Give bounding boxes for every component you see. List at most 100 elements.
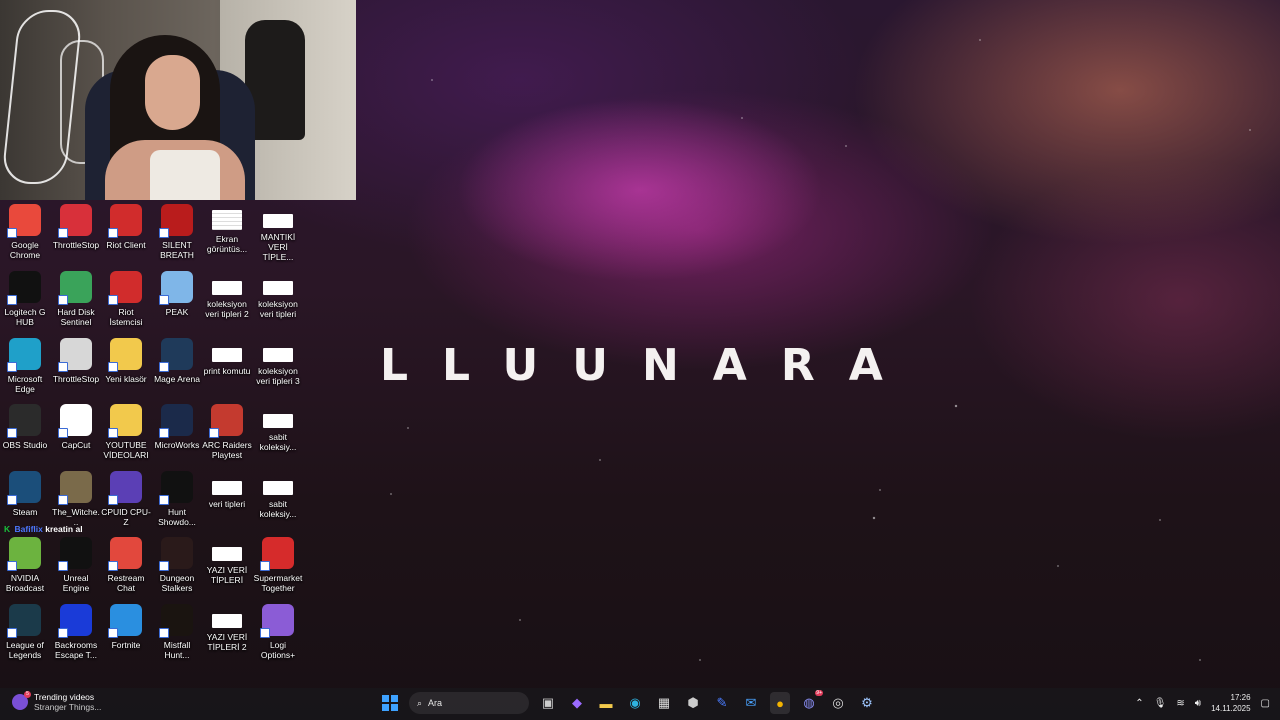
desktop-icon[interactable]: CapCut	[51, 404, 101, 450]
desktop-icon[interactable]: Steam	[0, 471, 50, 517]
file-explorer-button[interactable]: ▬	[596, 692, 616, 714]
desktop-icon[interactable]: MANTIKİ VERİ TİPLE...	[253, 204, 303, 262]
desktop-icon[interactable]: veri tipleri	[202, 471, 252, 509]
wifi-icon[interactable]: ≋	[1176, 698, 1184, 709]
desktop-icon[interactable]: PEAK	[152, 271, 202, 317]
desktop-icon[interactable]: Backrooms Escape T...	[51, 604, 101, 660]
desktop-icon-label: YAZI VERİ TİPLERİ 2	[206, 632, 248, 652]
start-button[interactable]	[380, 692, 400, 714]
desktop-icon[interactable]: League of Legends	[0, 604, 50, 660]
desktop-icon[interactable]: ThrottleStop	[51, 204, 101, 250]
taskbar: 5 Trending videos Stranger Things... ⌕ A…	[0, 688, 1280, 720]
mail-button[interactable]: ✉	[741, 692, 761, 714]
desktop-icon[interactable]: koleksiyon veri tipleri	[253, 271, 303, 319]
dungeon-stalkers-icon	[159, 537, 193, 571]
desktop-icon[interactable]: OBS Studio	[0, 404, 50, 450]
desktop-icon[interactable]: Logi Options+	[253, 604, 303, 660]
desktop-icon-label: Ekran görüntüs...	[206, 234, 248, 254]
desktop-icon[interactable]: sabit koleksiy...	[253, 471, 303, 519]
shortcut-arrow-icon	[58, 362, 68, 372]
desktop-icon[interactable]: Dungeon Stalkers	[152, 537, 202, 593]
backrooms-icon	[58, 604, 92, 638]
hunt-showdown-icon	[159, 471, 193, 505]
desktop-icon[interactable]: koleksiyon veri tipleri 2	[202, 271, 252, 319]
taskbar-search[interactable]: ⌕ Ara	[409, 692, 529, 714]
desktop-icon[interactable]: NVIDIA Broadcast	[0, 537, 50, 593]
desktop-icon[interactable]: Hunt Showdo...	[152, 471, 202, 527]
volume-icon[interactable]: 🔊︎	[1195, 698, 1201, 709]
shortcut-arrow-icon	[58, 295, 68, 305]
epic-button[interactable]: ⬢	[683, 692, 703, 714]
desktop-icon-label: Yeni klasör	[105, 374, 147, 384]
copilot-button[interactable]: ◆	[567, 692, 587, 714]
folder-icon	[108, 338, 142, 372]
desktop-icon-label: print komutu	[203, 366, 251, 376]
obs-icon: ◎	[832, 695, 844, 710]
desktop-icon[interactable]: ARC Raiders Playtest	[202, 404, 252, 460]
desktop-icon[interactable]: Yeni klasör	[101, 338, 151, 384]
desktop-icon[interactable]: Logitech G HUB	[0, 271, 50, 327]
desktop-icon-label: ThrottleStop	[52, 374, 100, 384]
store-button[interactable]: ▦	[654, 692, 674, 714]
obs-icon	[7, 404, 41, 438]
task-view-button[interactable]: ▣	[538, 692, 558, 714]
news-widget[interactable]: 5 Trending videos Stranger Things...	[12, 691, 102, 712]
mistfall-icon	[159, 604, 193, 638]
pen-app-button[interactable]: ✎	[712, 692, 732, 714]
obs-button[interactable]: ◎	[828, 692, 848, 714]
widget-subtitle: Stranger Things...	[34, 702, 102, 712]
desktop-icon[interactable]: MicroWorks	[152, 404, 202, 450]
desktop-icon[interactable]: SILENT BREATH	[152, 204, 202, 260]
chevron-up-icon[interactable]: ⌃	[1135, 698, 1143, 709]
document-icon	[263, 414, 293, 428]
desktop-icon[interactable]: koleksiyon veri tipleri 3	[253, 338, 303, 386]
desktop-icon[interactable]: Hard Disk Sentinel	[51, 271, 101, 327]
desktop-icon[interactable]: The_Witche...	[51, 471, 101, 527]
steam-button[interactable]: ⚙	[857, 692, 877, 714]
shortcut-arrow-icon	[108, 561, 118, 571]
desktop-icon-label: koleksiyon veri tipleri 2	[205, 299, 249, 319]
desktop-icon-label: MicroWorks	[154, 440, 200, 450]
microphone-icon[interactable]: 🎙︎	[1154, 698, 1167, 709]
desktop-icon-label: Mage Arena	[154, 374, 200, 384]
steam-icon: ⚙	[861, 695, 873, 710]
desktop-icon-label: Google Chrome	[9, 240, 41, 260]
shortcut-arrow-icon	[7, 561, 17, 571]
desktop-icon[interactable]: Supermarket Together	[253, 537, 303, 593]
desktop-icon[interactable]: sabit koleksiy...	[253, 404, 303, 452]
discord-badge: 9+	[815, 690, 823, 696]
desktop-icon[interactable]: Unreal Engine	[51, 537, 101, 593]
chrome-icon: ●	[776, 695, 784, 711]
desktop-icon[interactable]: Microsoft Edge	[0, 338, 50, 394]
notification-icon[interactable]: ▢	[1261, 698, 1270, 709]
clock-time: 17:26	[1230, 693, 1251, 702]
clock[interactable]: 17:26 14.11.2025	[1211, 692, 1250, 714]
hard-disk-sentinel-icon	[58, 271, 92, 305]
desktop-icon[interactable]: YAZI VERİ TİPLERİ	[202, 537, 252, 585]
desktop-icon[interactable]: CPUID CPU-Z	[101, 471, 151, 527]
desktop-icon[interactable]: ThrottleStop	[51, 338, 101, 384]
desktop-icon[interactable]: Riot Client	[101, 204, 151, 250]
desktop-icon[interactable]: YOUTUBE VİDEOLARI	[101, 404, 151, 460]
microworks-icon	[159, 404, 193, 438]
desktop-icon[interactable]: Mistfall Hunt...	[152, 604, 202, 660]
silent-breath-icon	[159, 204, 193, 238]
chrome-button[interactable]: ●	[770, 692, 790, 714]
desktop-icon[interactable]: Fortnite	[101, 604, 151, 650]
shortcut-arrow-icon	[260, 561, 270, 571]
document-icon	[212, 547, 242, 561]
desktop-icon[interactable]: Mage Arena	[152, 338, 202, 384]
desktop-icon[interactable]: Ekran görüntüs...	[202, 204, 252, 254]
desktop-icon[interactable]: YAZI VERİ TİPLERİ 2	[202, 604, 252, 652]
discord-button[interactable]: ◍ 9+	[799, 690, 823, 714]
desktop-icon-label: Mistfall Hunt...	[163, 640, 191, 660]
desktop-icon[interactable]: Riot İstemcisi	[101, 271, 151, 327]
desktop-icon-label: veri tipleri	[208, 499, 246, 509]
desktop-icon-label: NVIDIA Broadcast	[5, 573, 45, 593]
desktop-icon[interactable]: Google Chrome	[0, 204, 50, 260]
edge-button[interactable]: ◉	[625, 692, 645, 714]
desktop-icon[interactable]: print komutu	[202, 338, 252, 376]
desktop-icon-label: sabit koleksiy...	[259, 499, 297, 519]
desktop-icon[interactable]: Restream Chat	[101, 537, 151, 593]
supermarket-together-icon	[260, 537, 294, 571]
